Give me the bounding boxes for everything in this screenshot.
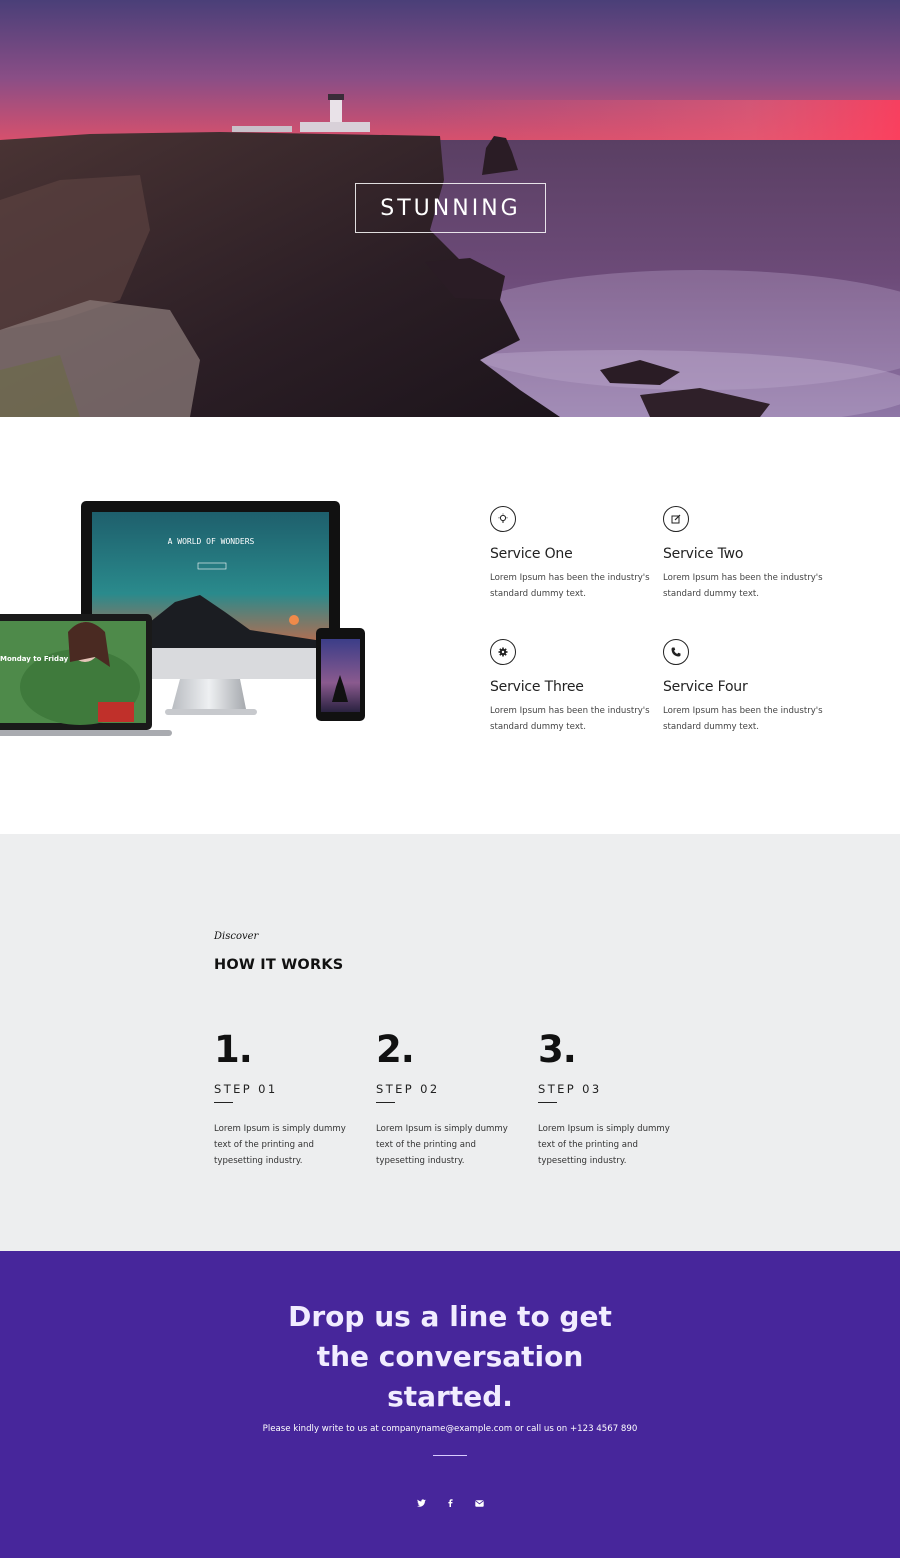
service-text: Lorem Ipsum has been the industry's stan… — [663, 706, 823, 732]
step-2: 2. STEP 02 Lorem Ipsum is simply dummy t… — [376, 1030, 526, 1169]
hero-title-frame: STUNNING — [355, 183, 546, 233]
step-number: 1. — [214, 1028, 253, 1071]
gear-icon — [490, 639, 516, 665]
contact-details: Please kindly write to us at companyname… — [262, 1424, 638, 1434]
step-divider — [376, 1102, 395, 1103]
service-title: Service Two — [663, 546, 744, 562]
twitter-icon[interactable] — [415, 1497, 427, 1509]
monitor-screen-heading: A WORLD OF WONDERS — [168, 537, 255, 546]
how-it-works-section: Discover HOW IT WORKS 1. STEP 01 Lorem I… — [0, 834, 900, 1251]
phone-icon — [663, 639, 689, 665]
step-text: Lorem Ipsum is simply dummy text of the … — [538, 1124, 670, 1166]
section-kicker: Discover — [214, 931, 259, 942]
step-label: STEP 01 — [214, 1082, 278, 1096]
service-text: Lorem Ipsum has been the industry's stan… — [663, 573, 823, 599]
edit-icon — [663, 506, 689, 532]
step-divider — [538, 1102, 557, 1103]
step-label: STEP 02 — [376, 1082, 440, 1096]
email-icon[interactable] — [473, 1497, 485, 1509]
service-title: Service Four — [663, 679, 748, 695]
step-label: STEP 03 — [538, 1082, 602, 1096]
service-title: Service Three — [490, 679, 584, 695]
step-number: 3. — [538, 1028, 577, 1071]
contact-divider — [433, 1455, 467, 1456]
step-text: Lorem Ipsum is simply dummy text of the … — [214, 1124, 346, 1166]
facebook-icon[interactable] — [444, 1497, 456, 1509]
service-title: Service One — [490, 546, 573, 562]
lightbulb-icon — [490, 506, 516, 532]
service-three: Service Three Lorem Ipsum has been the i… — [490, 639, 650, 735]
services-section: A WORLD OF WONDERS Monday to Friday Serv… — [0, 417, 900, 834]
step-3: 3. STEP 03 Lorem Ipsum is simply dummy t… — [538, 1030, 688, 1169]
service-text: Lorem Ipsum has been the industry's stan… — [490, 573, 650, 599]
contact-title: Drop us a line to get the conversation s… — [288, 1300, 612, 1413]
hero-section: STUNNING — [0, 0, 900, 417]
service-two: Service Two Lorem Ipsum has been the ind… — [663, 506, 823, 602]
step-divider — [214, 1102, 233, 1103]
service-one: Service One Lorem Ipsum has been the ind… — [490, 506, 650, 602]
section-title: HOW IT WORKS — [214, 957, 344, 973]
devices-illustration: A WORLD OF WONDERS Monday to Friday — [0, 501, 365, 736]
step-number: 2. — [376, 1028, 415, 1071]
step-text: Lorem Ipsum is simply dummy text of the … — [376, 1124, 508, 1166]
contact-section: Drop us a line to get the conversation s… — [0, 1251, 900, 1558]
social-links — [415, 1496, 485, 1510]
step-1: 1. STEP 01 Lorem Ipsum is simply dummy t… — [214, 1030, 364, 1169]
service-text: Lorem Ipsum has been the industry's stan… — [490, 706, 650, 732]
service-four: Service Four Lorem Ipsum has been the in… — [663, 639, 823, 735]
hero-title: STUNNING — [380, 195, 521, 221]
laptop-screen-heading: Monday to Friday — [0, 655, 69, 663]
